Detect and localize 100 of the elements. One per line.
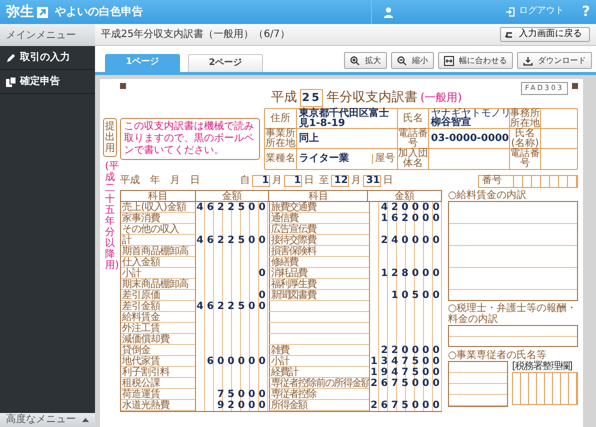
month-box: 1 bbox=[252, 175, 270, 187]
year-box: 25 bbox=[300, 88, 324, 108]
toolbar-button[interactable]: 幅に合わせる bbox=[438, 52, 513, 69]
period-label: 自 bbox=[240, 176, 250, 186]
amount-cell: 92000 bbox=[195, 400, 269, 411]
family-employee-table bbox=[448, 361, 508, 407]
section-heading: ○給料賃金の内訳 bbox=[448, 190, 528, 201]
name-reading: ヤナギヤトモノリ bbox=[431, 109, 507, 118]
row-label: 利子割引料 bbox=[122, 366, 170, 378]
zoom-out-icon bbox=[397, 56, 407, 66]
form-variant: (一般用) bbox=[420, 90, 462, 106]
info-label: 事業所所在地 bbox=[265, 128, 296, 148]
info-label: 加入団体名 bbox=[398, 149, 428, 169]
zoom-in-icon bbox=[350, 56, 360, 66]
toolbar-button[interactable]: ダウンロード bbox=[517, 52, 592, 69]
column-header: 金額 bbox=[367, 191, 441, 201]
info-value: 柳谷智宣 bbox=[431, 118, 471, 128]
info-value: ライター業 bbox=[299, 154, 349, 164]
row-label: 専従者控除 bbox=[271, 388, 316, 400]
sidebar-header: メインメニュー bbox=[0, 24, 95, 46]
unit-label: 月 bbox=[351, 176, 361, 186]
row-label: 売上(収入)金額 bbox=[122, 202, 186, 212]
row-label: 貸倒金 bbox=[122, 344, 150, 356]
row-label: 地代家賃 bbox=[122, 356, 160, 366]
row-label: 所得金額 bbox=[271, 400, 307, 410]
column-header: 科目 bbox=[268, 191, 368, 201]
user-icon bbox=[384, 6, 393, 18]
amount-cell: 10500 bbox=[369, 290, 443, 301]
row-label: 経費計 bbox=[271, 366, 298, 378]
amount-cell: 162000 bbox=[369, 213, 443, 224]
form-title-era: 平成 bbox=[271, 89, 297, 108]
info-value: 東京都千代田区富士見1-8-19 bbox=[299, 108, 390, 128]
row-label: 期首商品棚卸高 bbox=[122, 246, 188, 256]
row-label: 仕入金額 bbox=[122, 256, 160, 268]
row-label: 荷造運賃 bbox=[122, 388, 160, 400]
info-label: 屋号 bbox=[372, 154, 395, 164]
info-label: 業種名 bbox=[266, 154, 296, 164]
page-tab[interactable]: 2ページ bbox=[188, 54, 263, 72]
row-label: 外注工賃 bbox=[122, 322, 160, 334]
unit-label: 日 bbox=[304, 176, 314, 186]
caret-up-icon bbox=[82, 418, 89, 422]
corner-mark bbox=[120, 83, 126, 89]
amount-cell: 600000 bbox=[195, 356, 269, 367]
page-title: 平成25年分収支内訳書（一般用）（6/7） bbox=[101, 28, 290, 42]
info-label: 住所 bbox=[270, 114, 290, 124]
logo: 弥生 bbox=[6, 5, 34, 19]
row-label: 家事消費 bbox=[122, 212, 160, 224]
advanced-menu-label: 高度なメニュー bbox=[6, 415, 76, 425]
amount-cell: 1347500 bbox=[369, 356, 443, 367]
row-label: 期末商品棚卸高 bbox=[122, 278, 188, 290]
amount-cell: 4622500 bbox=[195, 235, 269, 246]
amount-cell: 128000 bbox=[369, 268, 443, 279]
date-label: 平成 年 月 日 bbox=[120, 176, 200, 186]
info-label: 電話番号 bbox=[510, 149, 540, 169]
corner-mark bbox=[572, 83, 578, 89]
row-label: 雑費 bbox=[271, 344, 289, 356]
app-title: やよいの白色申告 bbox=[55, 4, 143, 20]
day-box: 1 bbox=[284, 175, 302, 187]
amount-cell: 240000 bbox=[369, 235, 443, 246]
form-title: 年分収支内訳書 bbox=[326, 89, 418, 107]
row-label: 給料賃金 bbox=[122, 312, 160, 322]
amount-cell: 2675000 bbox=[369, 400, 443, 411]
sidebar-item[interactable]: 取引の入力 bbox=[0, 46, 95, 70]
sidebar-item[interactable]: 確定申告 bbox=[0, 70, 95, 94]
office-use-grid bbox=[512, 372, 578, 405]
amount-cell: 2675000 bbox=[369, 378, 443, 389]
month-box: 12 bbox=[331, 175, 349, 187]
row-label: 小計 bbox=[122, 268, 141, 278]
section-heading: [税務署整理欄] bbox=[512, 361, 572, 372]
unit-label: 日 bbox=[383, 176, 393, 186]
row-label: 計 bbox=[122, 234, 132, 246]
row-label: 水道光熱費 bbox=[122, 400, 170, 410]
row-label: 修繕費 bbox=[271, 256, 298, 268]
row-label: 旅費交通費 bbox=[271, 202, 316, 212]
info-label: 事務所所在地 bbox=[510, 108, 540, 128]
logo-arrow-icon bbox=[37, 6, 48, 18]
download-icon bbox=[523, 56, 533, 66]
back-to-input-button[interactable]: 入力画面に戻る bbox=[500, 27, 590, 42]
day-box: 31 bbox=[363, 175, 381, 187]
row-label: 新聞図書費 bbox=[271, 290, 316, 300]
section-heading: ○税理士・弁護士等の報酬・料金の内訳 bbox=[448, 303, 578, 325]
return-arrow-icon bbox=[505, 32, 513, 38]
amount-cell: 4622500 bbox=[195, 202, 269, 213]
row-label: 租税公課 bbox=[122, 378, 160, 388]
info-label: 氏名 bbox=[403, 114, 423, 124]
row-label: 接待交際費 bbox=[271, 234, 316, 246]
row-label: 消耗品費 bbox=[271, 268, 307, 278]
fit-width-icon bbox=[444, 56, 454, 66]
amount-cell: 75000 bbox=[195, 389, 269, 400]
info-label: 電話番号 bbox=[398, 128, 428, 148]
row-label: その他の収入 bbox=[122, 224, 179, 234]
info-label: 氏名(名称) bbox=[510, 128, 539, 148]
info-value: 同上 bbox=[299, 134, 319, 144]
toolbar-button[interactable]: 縮小 bbox=[391, 52, 434, 69]
amount-cell: 1947500 bbox=[369, 367, 443, 378]
row-label: 差引金額 bbox=[122, 300, 160, 312]
column-header: 金額 bbox=[194, 191, 268, 201]
logout-icon bbox=[504, 7, 515, 17]
toolbar-button[interactable]: 拡大 bbox=[344, 52, 387, 69]
row-label: 福利厚生費 bbox=[271, 278, 316, 290]
